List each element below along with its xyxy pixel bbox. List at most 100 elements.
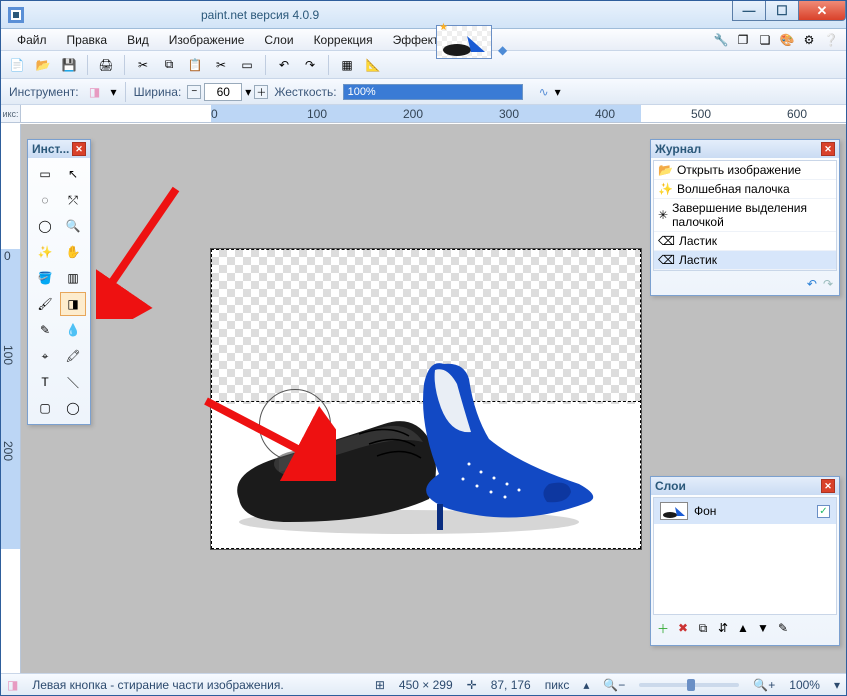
width-increase-button[interactable]: ＋ <box>254 85 268 99</box>
history-panel[interactable]: Журнал✕ 📂Открыть изображение✨Волшебная п… <box>650 139 840 296</box>
zoom-out-icon[interactable]: 🔍− <box>603 678 625 692</box>
history-item-icon: ✨ <box>658 182 673 196</box>
crop-icon[interactable]: ✂ <box>211 55 231 75</box>
zoom-in-icon[interactable]: 🔍+ <box>753 678 775 692</box>
grid-icon[interactable]: ▦ <box>337 55 357 75</box>
paste-icon[interactable]: 📋 <box>185 55 205 75</box>
tool-recolor[interactable]: 🖍 <box>60 344 86 368</box>
dims-icon: ⊞ <box>375 678 385 692</box>
document-thumb-bar: ★ ◆ <box>436 24 507 60</box>
menu-file[interactable]: Файл <box>7 30 57 50</box>
history-redo-icon[interactable]: ↷ <box>823 277 833 291</box>
layer-merge-icon[interactable]: ⇵ <box>715 620 731 636</box>
tool-pencil[interactable]: ✎ <box>32 318 58 342</box>
tools-panel-close-icon[interactable]: ✕ <box>72 142 86 156</box>
ruler-tick: 400 <box>595 107 615 121</box>
zoom-dropdown-icon[interactable]: ▾ <box>834 678 840 692</box>
history-item[interactable]: ✳Завершение выделения палочкой <box>654 199 836 232</box>
app-icon <box>7 6 25 24</box>
ruler-tick: 600 <box>787 107 807 121</box>
status-unit[interactable]: пикс <box>545 678 570 692</box>
tool-line[interactable]: ＼ <box>60 370 86 394</box>
tools-panel[interactable]: Инст...✕ ▭↖◌⤱◯🔍✨✋🪣▥🖌◨✎💧⌖🖍T＼▢◯ <box>27 139 91 425</box>
layer-add-icon[interactable]: ＋ <box>655 620 671 636</box>
history-panel-close-icon[interactable]: ✕ <box>821 142 835 156</box>
history-item[interactable]: ✨Волшебная палочка <box>654 180 836 199</box>
new-icon[interactable]: 📄 <box>7 55 27 75</box>
tool-windows-icon[interactable]: ❐ <box>734 31 752 49</box>
tool-wrench-icon[interactable]: 🔧 <box>712 31 730 49</box>
tool-move-pixels[interactable]: ⤱ <box>60 188 86 212</box>
tool-help-icon[interactable]: ❔ <box>822 31 840 49</box>
document-thumbnail[interactable]: ★ <box>436 25 492 59</box>
layers-panel-close-icon[interactable]: ✕ <box>821 479 835 493</box>
tool-pan[interactable]: ✋ <box>60 240 86 264</box>
layer-up-icon[interactable]: ▲ <box>735 620 751 636</box>
tool-bucket[interactable]: 🪣 <box>32 266 58 290</box>
open-icon[interactable]: 📂 <box>33 55 53 75</box>
layers-panel[interactable]: Слои ✕ Фон ✓ ＋ ✖ ⧉ ⇵ ▲ ▼ ✎ <box>650 476 840 646</box>
unit-dropdown-icon[interactable]: ▴ <box>583 678 589 692</box>
menu-layers[interactable]: Слои <box>254 30 303 50</box>
tool-ellipse-select[interactable]: ◯ <box>32 214 58 238</box>
close-button[interactable]: ✕ <box>798 1 846 21</box>
width-label: Ширина: <box>134 85 182 99</box>
menu-image[interactable]: Изображение <box>159 30 255 50</box>
copy-icon[interactable]: ⧉ <box>159 55 179 75</box>
layer-delete-icon[interactable]: ✖ <box>675 620 691 636</box>
layer-duplicate-icon[interactable]: ⧉ <box>695 620 711 636</box>
tool-text[interactable]: T <box>32 370 58 394</box>
redo-icon[interactable]: ↷ <box>300 55 320 75</box>
save-icon[interactable]: 💾 <box>59 55 79 75</box>
layer-down-icon[interactable]: ▼ <box>755 620 771 636</box>
width-dropdown-icon[interactable]: ▾ <box>245 85 251 99</box>
history-undo-icon[interactable]: ↶ <box>807 277 817 291</box>
zoom-slider[interactable] <box>639 683 739 687</box>
menu-view[interactable]: Вид <box>117 30 159 50</box>
current-tool-eraser-icon[interactable]: ◨ <box>85 82 105 102</box>
hardness-slider[interactable]: 100% <box>343 84 523 100</box>
status-dims: 450 × 299 <box>399 678 453 692</box>
tool-dropdown-icon[interactable]: ▾ <box>111 85 117 99</box>
tool-shapes[interactable]: ▢ <box>32 396 58 420</box>
menu-adjust[interactable]: Коррекция <box>304 30 383 50</box>
layer-thumbnail <box>660 502 688 520</box>
tools-panel-title: Инст... <box>32 142 69 156</box>
minimize-button[interactable]: — <box>732 1 766 21</box>
curve-dropdown-icon[interactable]: ▾ <box>555 85 561 99</box>
undo-icon[interactable]: ↶ <box>274 55 294 75</box>
tool-wand[interactable]: ✨ <box>32 240 58 264</box>
history-item[interactable]: ⌫Ластик <box>654 251 836 270</box>
history-item[interactable]: 📂Открыть изображение <box>654 161 836 180</box>
history-item[interactable]: ⌫Ластик <box>654 232 836 251</box>
width-decrease-button[interactable]: − <box>187 85 201 99</box>
tool-zoom[interactable]: 🔍 <box>60 214 86 238</box>
tool-brush[interactable]: 🖌 <box>32 292 58 316</box>
ruler-tick: 300 <box>499 107 519 121</box>
tool-swatch-icon[interactable]: 🎨 <box>778 31 796 49</box>
maximize-button[interactable]: ☐ <box>765 1 799 21</box>
curve-option-icon[interactable]: ∿ <box>539 85 549 99</box>
tool-lasso[interactable]: ◌ <box>32 188 58 212</box>
tool-rect-select[interactable]: ▭ <box>32 162 58 186</box>
tool-gradient[interactable]: ▥ <box>60 266 86 290</box>
ruler-icon[interactable]: 📐 <box>363 55 383 75</box>
tool-shapes2[interactable]: ◯ <box>60 396 86 420</box>
thumb-gem-icon[interactable]: ◆ <box>498 43 507 57</box>
deselect-icon[interactable]: ▭ <box>237 55 257 75</box>
menu-edit[interactable]: Правка <box>57 30 118 50</box>
tool-clone[interactable]: ⌖ <box>32 344 58 368</box>
tool-move[interactable]: ↖ <box>60 162 86 186</box>
tool-stack-icon[interactable]: ❏ <box>756 31 774 49</box>
tool-picker[interactable]: 💧 <box>60 318 86 342</box>
width-input[interactable]: 60 <box>204 83 242 101</box>
print-icon[interactable]: 🖨 <box>96 55 116 75</box>
hardness-label: Жесткость: <box>274 85 336 99</box>
layer-row[interactable]: Фон ✓ <box>654 498 836 524</box>
tool-gear-icon[interactable]: ⚙ <box>800 31 818 49</box>
layers-panel-title: Слои <box>655 479 686 493</box>
tool-eraser[interactable]: ◨ <box>60 292 86 316</box>
layer-props-icon[interactable]: ✎ <box>775 620 791 636</box>
layer-visible-checkbox[interactable]: ✓ <box>817 505 830 518</box>
cut-icon[interactable]: ✂ <box>133 55 153 75</box>
